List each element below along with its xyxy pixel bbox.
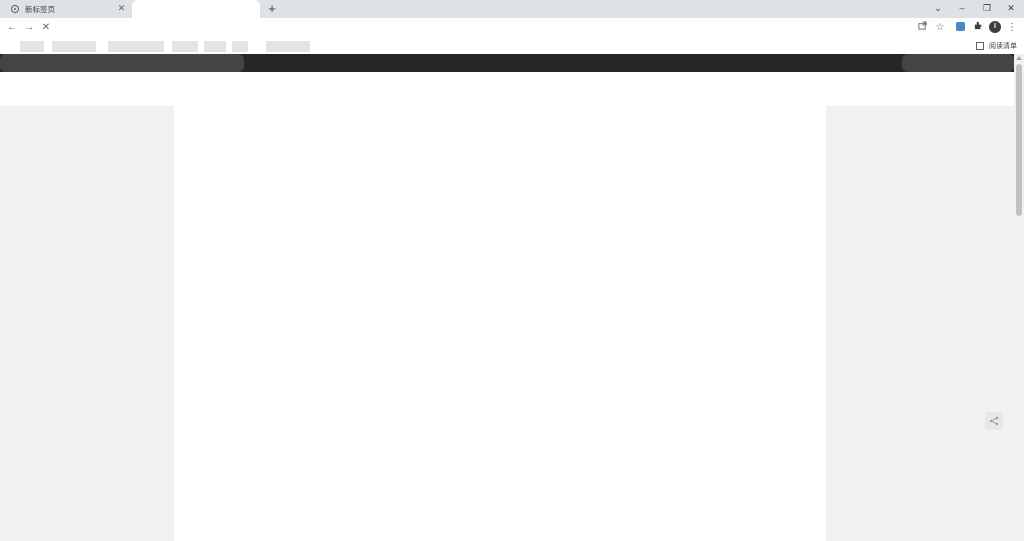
stop-loading-button[interactable]: ✕ [38,20,54,36]
tab-new-tab[interactable]: 新标签页 ✕ [4,0,131,18]
content-column [174,106,826,541]
bookmark-star-icon[interactable]: ☆ [932,20,948,36]
extensions-puzzle-icon[interactable] [970,20,986,36]
chrome-icon [11,5,19,13]
site-header-bar [0,54,1014,72]
reading-list-label: 阅读清单 [989,43,1017,50]
address-bar[interactable] [60,21,140,35]
bookmark-item[interactable] [204,41,226,52]
site-header-nav[interactable] [0,54,244,72]
bookmark-item[interactable] [172,41,198,52]
share-button[interactable] [985,412,1003,430]
restore-button[interactable]: ❐ [975,0,999,16]
page-viewport [0,54,1014,541]
profile-avatar[interactable]: I [989,21,1001,33]
vertical-scrollbar[interactable] [1014,54,1024,541]
tab-active[interactable] [132,0,260,18]
bookmark-item[interactable] [266,41,310,52]
back-button[interactable]: ← [4,20,20,36]
tab-title: 新标签页 [25,4,55,14]
bookmark-item[interactable] [108,41,164,52]
site-header-user[interactable] [902,54,1014,72]
forward-button[interactable]: → [21,20,37,36]
bookmarks-bar: 阅读清单 [0,38,1024,54]
tab-strip: 新标签页 ✕ + ⌄ – ❐ ✕ [0,0,1024,18]
bookmark-item[interactable] [232,41,248,52]
scroll-up-icon[interactable] [1016,56,1022,60]
tab-search-icon[interactable]: ⌄ [926,0,950,16]
tab-close-icon[interactable]: ✕ [115,2,128,15]
browser-menu-icon[interactable]: ⋮ [1004,20,1020,36]
reading-list-icon [976,42,984,50]
share-icon [989,416,999,426]
minimize-button[interactable]: – [950,0,974,16]
site-subheader [0,72,1014,106]
bookmark-item[interactable] [20,41,44,52]
extension-icon[interactable] [956,22,965,31]
close-window-button[interactable]: ✕ [999,0,1023,16]
bookmark-item[interactable] [52,41,96,52]
reading-list-button[interactable]: 阅读清单 [976,40,1017,52]
new-tab-button[interactable]: + [264,1,280,17]
scrollbar-thumb[interactable] [1016,64,1022,216]
browser-toolbar: ← → ✕ ☆ I ⋮ [0,18,1024,38]
share-page-icon[interactable] [914,20,930,36]
